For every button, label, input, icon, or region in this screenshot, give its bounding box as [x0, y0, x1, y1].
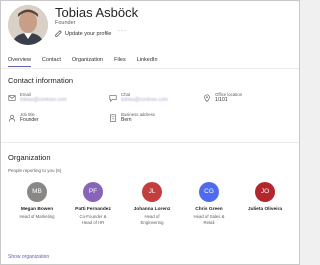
mail-icon — [8, 95, 16, 101]
update-profile-link[interactable]: Update your profile — [55, 30, 111, 37]
tab-overview[interactable]: Overview — [8, 55, 31, 67]
person-name: Megan Bowen — [20, 207, 54, 212]
person-name: Johanna Lorenz — [133, 207, 171, 212]
more-options-button[interactable]: ··· — [118, 28, 127, 34]
person-avatar: JL — [142, 182, 162, 202]
update-profile-label: Update your profile — [65, 30, 112, 37]
person-avatar: PF — [83, 182, 103, 202]
edit-icon — [55, 30, 62, 37]
email-value[interactable]: tobias@contoso.com — [20, 97, 67, 103]
person-avatar: MB — [27, 182, 47, 202]
person-card[interactable]: JO Julieta Oliveira — [237, 182, 293, 214]
chat-icon — [109, 95, 117, 102]
tab-contact[interactable]: Contact — [42, 55, 61, 67]
job-title-field: Job title Founder — [8, 112, 39, 123]
person-title: Head of Sales & Retail — [193, 214, 225, 225]
job-title-value: Founder — [20, 117, 39, 123]
person-title: Co-Founder & Head of HR — [79, 214, 107, 225]
person-name: Julieta Oliveira — [247, 207, 283, 212]
profile-role: Founder — [55, 20, 76, 26]
location-icon — [204, 94, 210, 102]
organization-section-title: Organization — [8, 153, 51, 162]
avatar — [8, 5, 48, 45]
profile-name: Tobias Asböck — [55, 5, 139, 20]
show-organization-link[interactable]: Show organization — [8, 254, 49, 260]
person-avatar: JO — [255, 182, 275, 202]
chat-field: Chat tobias@contoso.com — [109, 92, 168, 103]
business-address-field: Business address Bern — [109, 112, 155, 123]
tab-divider — [1, 68, 299, 69]
person-title: Head of Marketing — [19, 214, 55, 219]
person-card[interactable]: JL Johanna Lorenz Head of Engineering — [124, 182, 180, 225]
office-location-value: 1/101 — [215, 97, 228, 103]
person-card[interactable]: PF Patti Fernandez Co-Founder & Head of … — [65, 182, 121, 225]
tab-files[interactable]: Files — [114, 55, 126, 67]
profile-card: Tobias Asböck Founder Update your profil… — [0, 0, 300, 265]
email-field: Email tobias@contoso.com — [8, 92, 67, 103]
tab-bar: Overview Contact Organization Files Link… — [8, 55, 169, 67]
office-location-field: Office location 1/101 — [203, 92, 242, 103]
tab-organization[interactable]: Organization — [72, 55, 103, 67]
business-address-value: Bern — [121, 117, 132, 123]
person-name: Chris Green — [195, 207, 223, 212]
person-icon — [8, 114, 16, 122]
person-title: Head of Engineering — [140, 214, 164, 225]
reports-subtitle: People reporting to you (5) — [8, 168, 62, 173]
chat-value[interactable]: tobias@contoso.com — [121, 97, 168, 103]
section-divider — [1, 142, 299, 143]
person-avatar: CG — [199, 182, 219, 202]
person-card[interactable]: CG Chris Green Head of Sales & Retail — [181, 182, 237, 225]
tab-linkedin[interactable]: LinkedIn — [137, 55, 158, 67]
person-name: Patti Fernandez — [75, 207, 111, 212]
person-card[interactable]: MB Megan Bowen Head of Marketing — [9, 182, 65, 220]
contact-section-title: Contact information — [8, 76, 74, 85]
building-icon — [110, 114, 116, 122]
